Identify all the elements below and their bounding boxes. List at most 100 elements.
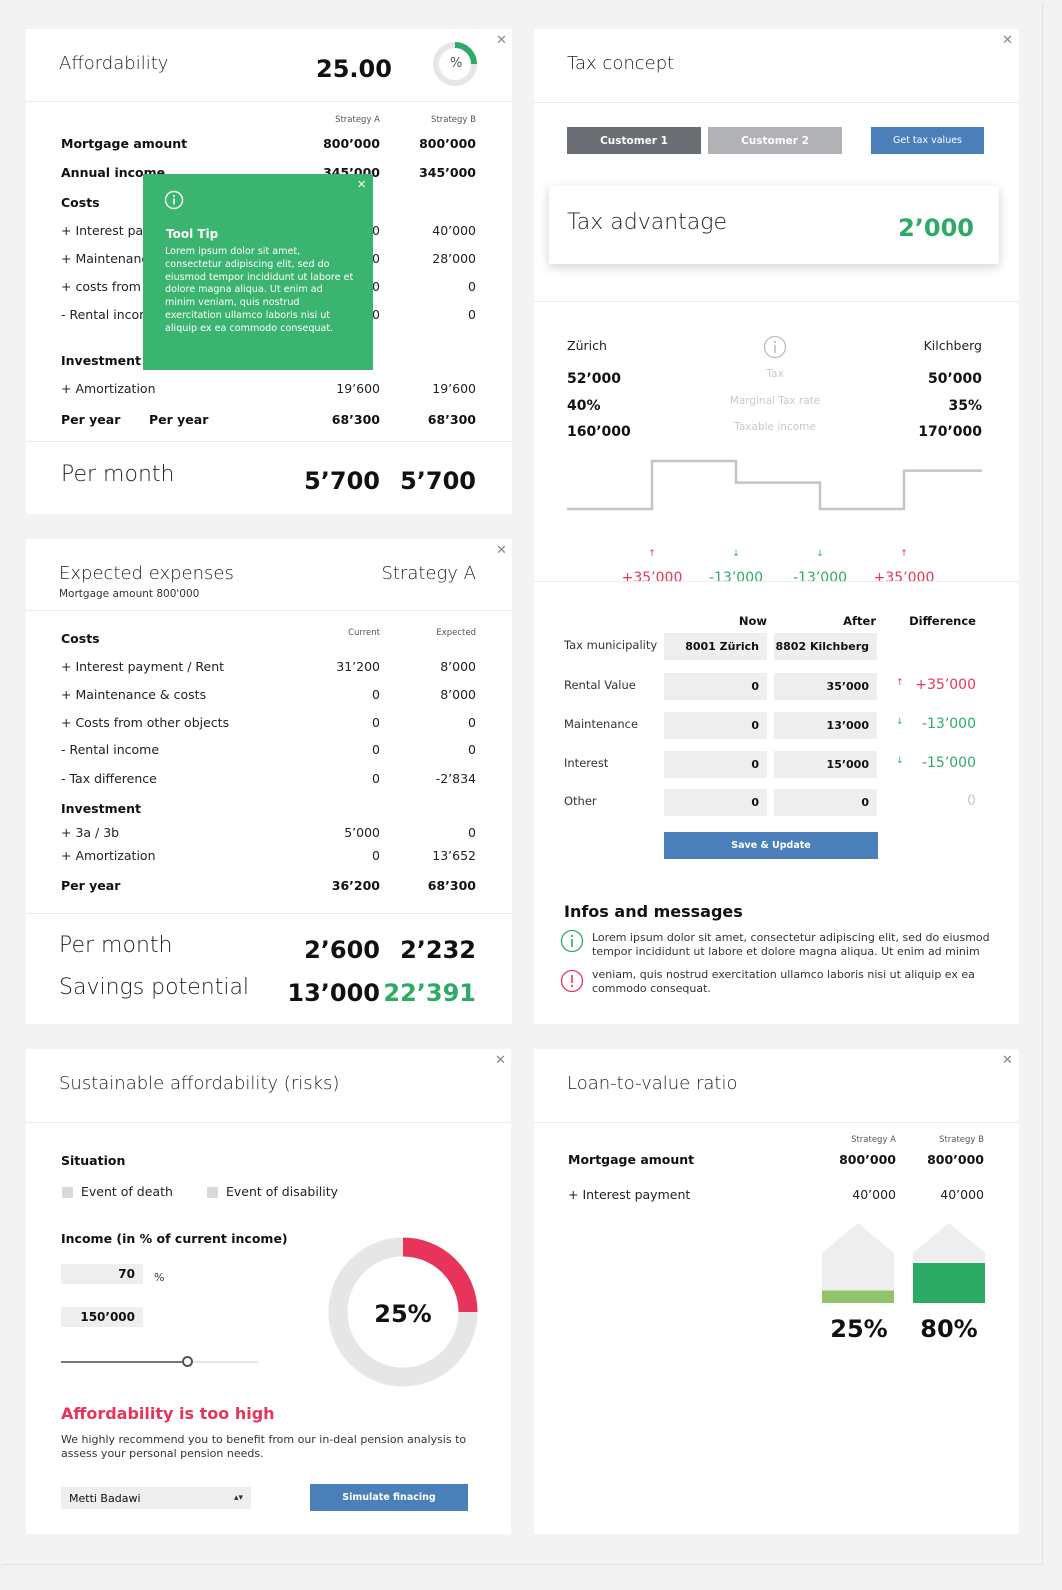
row-value-b: 0 (468, 279, 476, 294)
expense-row-label: + Interest payment / Rent (61, 659, 225, 674)
info-icon (164, 190, 184, 210)
row-value-a: 19’600 (336, 381, 380, 396)
ltv-row-label: Mortgage amount (568, 1152, 695, 1167)
event-of-death-label: Event of death (81, 1184, 173, 1199)
arrow-down-icon: ↓ (816, 549, 824, 559)
per-month-b: 5’700 (400, 467, 476, 495)
expense-row-current: 0 (372, 742, 380, 757)
warning-text: We highly recommend you to benefit from … (61, 1433, 467, 1460)
compare-left-value: 160’000 (567, 424, 631, 440)
tax-after-input[interactable]: 13’000 (774, 712, 877, 739)
per-year-b: 68’300 (427, 878, 476, 893)
col-header-current: Current (348, 628, 380, 638)
close-icon[interactable]: ✕ (1002, 1054, 1013, 1067)
col-header-now: Now (738, 614, 767, 628)
income-percent-input[interactable]: 70 (61, 1264, 143, 1284)
event-of-death-checkbox[interactable] (62, 1187, 73, 1198)
per-year-label-2: Per year (149, 412, 209, 427)
customer-2-tab[interactable]: Customer 2 (708, 127, 842, 154)
event-of-disability-checkbox[interactable] (207, 1187, 218, 1198)
row-label: Mortgage amount (61, 136, 188, 151)
infos-title: Infos and messages (564, 902, 743, 921)
compare-right-value: 35% (948, 398, 982, 414)
expense-row-expected: -2’834 (435, 771, 476, 786)
ltv-house-chart (822, 1223, 985, 1303)
expense-row-current: 0 (372, 771, 380, 786)
card-subtitle: Mortgage amount 800'000 (59, 588, 200, 600)
row-value-b: 28’000 (432, 251, 476, 266)
tax-advantage-value: 2’000 (898, 214, 974, 242)
col-header-b: Strategy B (431, 115, 476, 125)
col-header-after: After (843, 614, 876, 628)
card-title: Loan-to-value ratio (567, 1073, 738, 1094)
affordability-card: ✕ Affordability 25.00 % Strategy A Strat… (26, 29, 512, 514)
investment-row-current: 0 (372, 848, 380, 863)
warning-icon (560, 969, 584, 993)
tax-after-input[interactable]: 15’000 (774, 751, 877, 778)
income-amount-input[interactable]: 150’000 (61, 1307, 143, 1327)
row-label: + Maintenance (61, 251, 156, 266)
row-value-b: 800’000 (419, 136, 476, 151)
delta-label: -13’000 (793, 570, 847, 586)
divider (26, 1122, 511, 1123)
expense-row-current: 31’200 (336, 659, 380, 674)
close-icon[interactable]: ✕ (496, 34, 507, 47)
event-of-disability-label: Event of disability (226, 1184, 339, 1199)
income-slider-handle[interactable] (182, 1356, 194, 1367)
simulate-financing-button[interactable]: Simulate finacing (310, 1484, 468, 1511)
delta-label: +35’000 (622, 570, 683, 586)
compare-left-value: 52’000 (567, 371, 622, 387)
close-icon[interactable]: ✕ (1002, 34, 1013, 47)
col-header-a: Strategy A (851, 1135, 896, 1145)
arrow-down-icon: ↓ (896, 717, 904, 727)
investment-row-expected: 0 (468, 825, 476, 840)
tax-now-input[interactable]: 8001 Zürich (664, 633, 767, 660)
customer-1-tab[interactable]: Customer 1 (567, 127, 701, 154)
tooltip: ✕ Tool Tip Lorem ipsum dolor sit amet, c… (143, 174, 373, 370)
savings-label: Savings potential (59, 975, 250, 1000)
row-value-b: 0 (468, 307, 476, 322)
per-year-b: 68’300 (427, 412, 476, 427)
ltv-value-b: 80% (920, 1315, 978, 1343)
tax-advantage-box: Tax advantage 2’000 (549, 186, 999, 264)
arrow-up-icon: ↑ (648, 549, 656, 559)
per-year-label: Per year (61, 878, 121, 893)
tax-now-input[interactable]: 0 (664, 789, 767, 816)
tax-row-label: Other (564, 794, 597, 808)
tax-now-input[interactable]: 0 (664, 751, 767, 778)
get-tax-values-button[interactable]: Get tax values (871, 127, 984, 154)
expense-row-current: 0 (372, 687, 380, 702)
arrow-up-icon: ↑ (896, 678, 904, 688)
percent-unit: % (154, 1271, 165, 1284)
delta-label: -13’000 (709, 570, 763, 586)
per-month-label: Per month (59, 933, 173, 958)
row-value-a: 800’000 (323, 136, 380, 151)
close-icon[interactable]: ✕ (495, 1054, 506, 1067)
tax-now-input[interactable]: 0 (664, 712, 767, 739)
tooltip-text: Lorem ipsum dolor sit amet, consectetur … (165, 246, 354, 334)
card-title: Expected expenses (59, 563, 234, 584)
arrow-down-icon: ↓ (732, 549, 740, 559)
expense-row-label: - Tax difference (61, 771, 157, 786)
tax-now-input[interactable]: 0 (664, 673, 767, 700)
tax-difference: -15’000 (921, 755, 976, 771)
expense-row-expected: 0 (468, 715, 476, 730)
tooltip-close-icon[interactable]: ✕ (357, 178, 366, 191)
tax-after-input[interactable]: 8802 Kilchberg (774, 633, 877, 660)
tax-after-input[interactable]: 0 (774, 789, 877, 816)
per-month-a: 2’600 (304, 936, 380, 964)
tax-after-input[interactable]: 35’000 (774, 673, 877, 700)
affordability-value: 25.00 (316, 55, 392, 83)
tax-row-label: Rental Value (564, 678, 636, 692)
expense-row-expected: 8’000 (440, 687, 476, 702)
close-icon[interactable]: ✕ (496, 544, 507, 557)
save-update-button[interactable]: Save & Update (664, 832, 878, 859)
per-year-label: Per year (61, 412, 121, 427)
compare-right-value: 170’000 (918, 424, 982, 440)
info-icon[interactable] (763, 335, 787, 359)
col-header-a: Strategy A (335, 115, 380, 125)
arrow-down-icon: ↓ (896, 756, 904, 766)
expense-row-label: + Maintenance & costs (61, 687, 207, 702)
person-select[interactable]: Metti Badawi ▴▾ (61, 1487, 251, 1509)
expected-expenses-card: ✕ Expected expenses Mortgage amount 800'… (26, 539, 512, 1024)
